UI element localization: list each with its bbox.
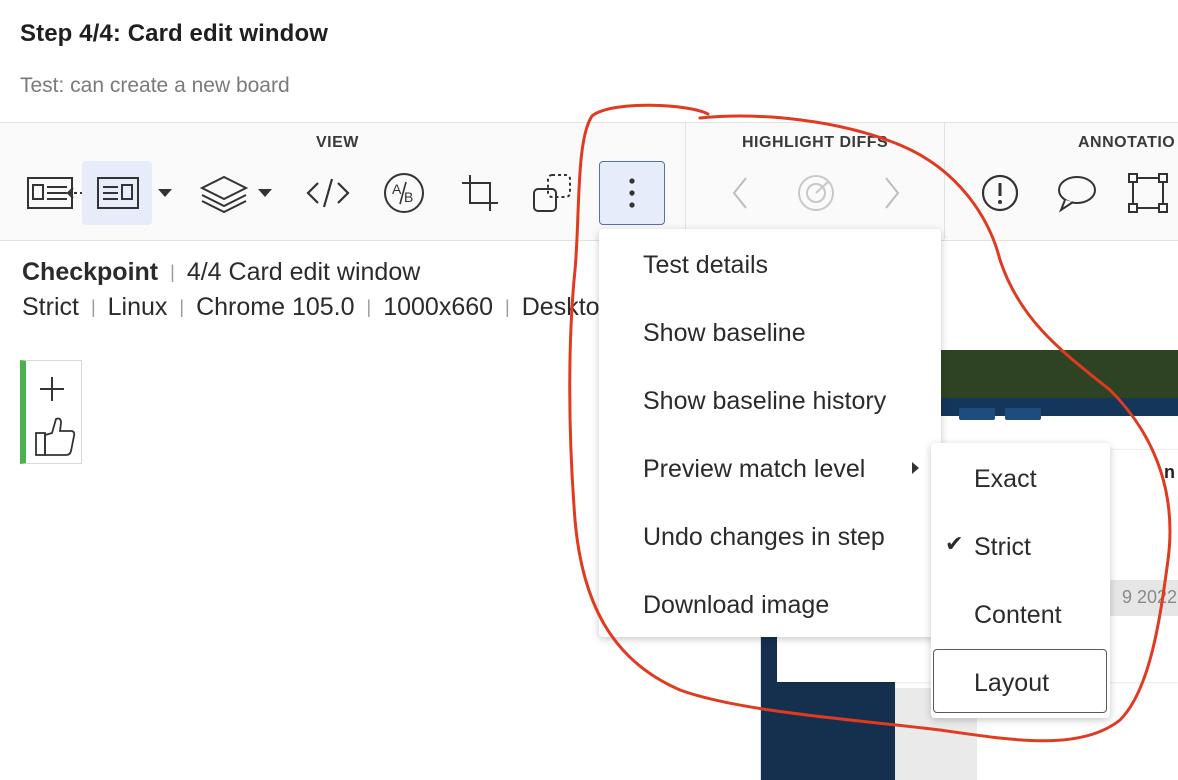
step-title: Step 4/4: Card edit window: [20, 20, 328, 47]
more-options-button[interactable]: [599, 161, 665, 225]
section-label-highlight-diffs: HIGHLIGHT DIFFS: [742, 134, 889, 151]
viewport-value: 1000x660: [383, 293, 494, 321]
view-mode-dropdown-caret-icon[interactable]: [158, 189, 172, 197]
checkpoint-info: Checkpoint | 4/4 Card edit window: [22, 258, 421, 286]
match-level-value: Strict: [22, 293, 79, 321]
step-actions-panel: [20, 360, 82, 464]
region-annotation-button[interactable]: [1118, 161, 1178, 225]
svg-text:B: B: [404, 189, 413, 205]
match-level-layout[interactable]: Layout: [974, 669, 1049, 698]
diff-target-button[interactable]: [786, 161, 846, 225]
preview-tab: [1005, 408, 1041, 420]
chevron-left-icon: [732, 177, 747, 209]
overlap-regions-button[interactable]: [524, 161, 584, 225]
match-level-strict[interactable]: Strict: [974, 533, 1031, 562]
single-view-icon: [97, 177, 139, 209]
match-level-submenu: Exact ✔ Strict Content Layout: [931, 443, 1110, 718]
checkpoint-label: Checkpoint: [22, 258, 159, 286]
checkpoint-environment: Strict | Linux | Chrome 105.0 | 1000x660 | Deskt…: [22, 293, 600, 321]
menu-item-preview-match-level[interactable]: Preview match level: [643, 455, 865, 484]
os-value: Linux: [107, 293, 168, 321]
plus-icon: [40, 377, 64, 401]
menu-item-download-image[interactable]: Download image: [643, 591, 829, 620]
ab-compare-icon: A B: [384, 173, 424, 213]
next-diff-button[interactable]: [862, 161, 922, 225]
single-view-button[interactable]: [82, 161, 152, 225]
more-vertical-icon: [629, 178, 635, 208]
section-label-view: VIEW: [316, 134, 359, 151]
match-level-exact[interactable]: Exact: [974, 465, 1037, 494]
region-select-icon: [1128, 173, 1168, 213]
crop-button[interactable]: [450, 161, 510, 225]
checkpoint-name: 4/4 Card edit window: [186, 258, 421, 286]
preview-card-date-text: 9 2022: [1121, 587, 1177, 607]
crop-icon: [462, 175, 498, 211]
toolbar-divider: [944, 122, 945, 239]
chevron-right-icon: [885, 177, 900, 209]
submenu-arrow-icon: [912, 462, 919, 474]
more-options-menu: Test details Show baseline Show baseline…: [599, 229, 941, 637]
menu-item-show-baseline-history[interactable]: Show baseline history: [643, 387, 886, 416]
menu-item-undo-changes[interactable]: Undo changes in step: [643, 523, 885, 552]
code-icon: [306, 178, 350, 208]
preview-card-title: n: [1164, 462, 1175, 482]
browser-value: Chrome 105.0: [196, 293, 355, 321]
menu-item-test-details[interactable]: Test details: [643, 251, 768, 280]
match-level-content[interactable]: Content: [974, 601, 1062, 630]
layers-icon: [199, 175, 249, 214]
checkmark-icon: ✔: [945, 531, 964, 556]
speech-bubble-icon: [1058, 176, 1096, 213]
layers-button[interactable]: [192, 161, 256, 225]
test-name: Test: can create a new board: [20, 74, 290, 97]
menu-item-show-baseline[interactable]: Show baseline: [643, 319, 806, 348]
toolbar-divider: [685, 122, 686, 239]
preview-tab: [959, 408, 995, 420]
section-label-annotations: ANNOTATIO: [1078, 134, 1176, 151]
overlap-regions-icon: [533, 174, 571, 212]
device-value: Deskto: [521, 293, 600, 321]
ab-compare-button[interactable]: A B: [374, 161, 434, 225]
target-icon: [798, 175, 834, 211]
approve-button[interactable]: [34, 415, 76, 462]
issue-annotation-button[interactable]: [970, 161, 1030, 225]
layers-dropdown-caret-icon[interactable]: [258, 189, 272, 197]
previous-diff-button[interactable]: [710, 161, 770, 225]
svg-text:A: A: [392, 181, 402, 197]
thumbs-up-icon: [35, 417, 76, 456]
code-button[interactable]: [298, 161, 358, 225]
add-button[interactable]: [38, 375, 66, 408]
exclamation-icon: [981, 174, 1019, 212]
remark-annotation-button[interactable]: [1046, 161, 1106, 225]
